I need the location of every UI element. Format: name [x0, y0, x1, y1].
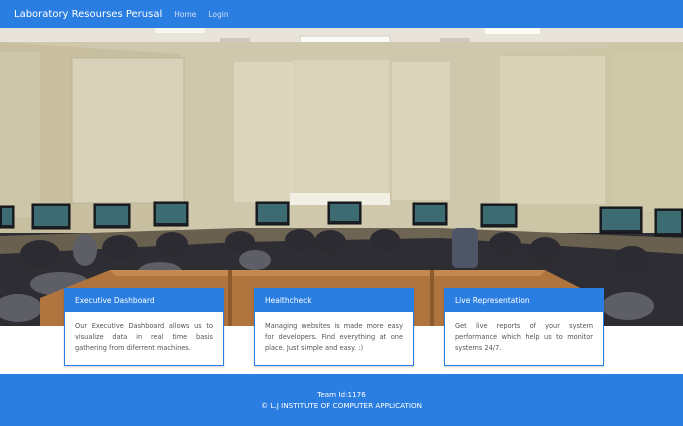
card-text: Our Executive Dashboard allows us to vis…	[75, 322, 213, 353]
card-title: Live Representation	[445, 289, 603, 312]
footer: Team Id:1176 © L.J INSTITUTE OF COMPUTER…	[0, 374, 683, 426]
computer-lab-illustration	[0, 28, 683, 326]
team-id: Team Id:1176	[317, 390, 366, 399]
card-title: Executive Dashboard	[65, 289, 223, 312]
nav-link-login[interactable]: Login	[208, 10, 228, 19]
copyright-text: © L.J INSTITUTE OF COMPUTER APPLICATION	[261, 401, 422, 410]
card-executive-dashboard: Executive Dashboard Our Executive Dashbo…	[64, 288, 224, 366]
card-healthcheck: Healthcheck Managing websites is made mo…	[254, 288, 414, 366]
brand-title[interactable]: Laboratory Resourses Perusal	[14, 9, 162, 20]
hero-lab-image	[0, 28, 683, 326]
card-title: Healthcheck	[255, 289, 413, 312]
nav-link-home[interactable]: Home	[174, 10, 196, 19]
card-text: Get live reports of your system performa…	[455, 322, 593, 353]
card-live-representation: Live Representation Get live reports of …	[444, 288, 604, 366]
card-text: Managing websites is made more easy for …	[265, 322, 403, 353]
feature-cards: Executive Dashboard Our Executive Dashbo…	[0, 288, 683, 368]
top-navbar: Laboratory Resourses Perusal Home Login	[0, 0, 683, 28]
